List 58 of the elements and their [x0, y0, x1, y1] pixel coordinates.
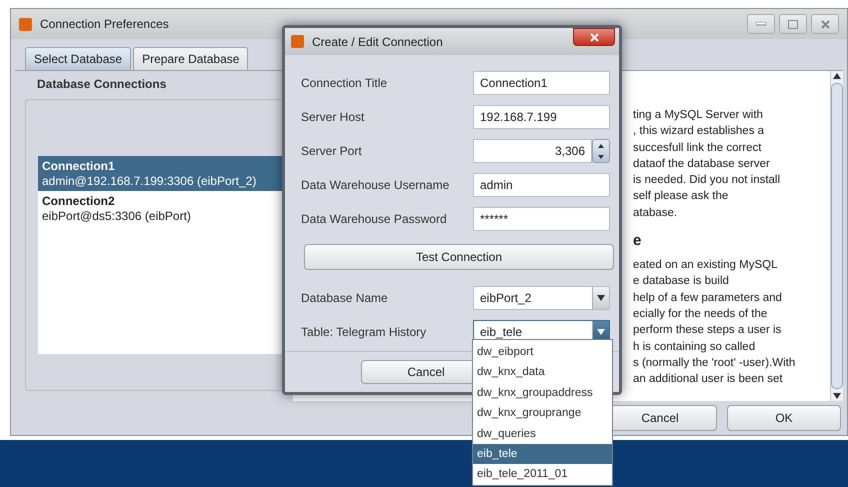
field-label: Server Host	[301, 110, 366, 124]
spinner-buttons[interactable]	[592, 139, 610, 163]
field-label: Server Port	[301, 144, 363, 158]
text-field[interactable]: Connection1	[473, 71, 610, 95]
help-text-line: h is containing so called	[633, 340, 756, 355]
text-field[interactable]: ******	[473, 207, 610, 231]
minimize-button[interactable]	[747, 14, 775, 34]
close-button[interactable]	[573, 28, 615, 46]
port-field[interactable]: 3,306	[473, 139, 592, 163]
help-text-line: eated on an existing MySQL	[633, 258, 778, 274]
help-text-line: help of a few parameters and	[633, 290, 782, 306]
combo-box[interactable]: eibPort_2	[473, 286, 610, 310]
dialog-button[interactable]: OK	[727, 405, 841, 431]
section-label: Database Connections	[37, 77, 166, 91]
close-icon	[590, 32, 598, 42]
field-label: Table: Telegram History	[301, 325, 428, 339]
help-text-line: self please ask the	[633, 189, 728, 204]
field-label: Connection Title	[301, 76, 388, 90]
app-icon	[291, 35, 304, 48]
help-heading: e	[633, 231, 642, 252]
dropdown-item[interactable]: eib_tele_2011_01	[473, 464, 612, 485]
help-text-line: atabase.	[633, 206, 678, 221]
help-text-line: succesfull link the correct	[633, 140, 762, 156]
help-text-line: s (normally the 'root' -user).With	[633, 356, 796, 371]
field-label: Database Name	[301, 291, 389, 305]
app-icon	[19, 18, 32, 30]
dropdown-item[interactable]: eib_tele	[473, 444, 612, 464]
text-field[interactable]: admin	[473, 173, 610, 197]
connection-title: Connection2	[42, 194, 116, 208]
help-text-line: , this wizard establishes a	[633, 124, 764, 140]
minimize-icon	[756, 22, 766, 26]
maximize-button[interactable]	[779, 14, 807, 34]
caret-icon	[597, 329, 605, 335]
dropdown-item[interactable]: dw_eibport	[473, 342, 612, 362]
text-field[interactable]: 192.168.7.199	[473, 105, 610, 129]
dialog-title: Create / Edit Connection	[312, 34, 444, 48]
maximize-icon	[788, 20, 798, 28]
tab[interactable]: Prepare Database	[133, 47, 248, 70]
help-text-line: dataof the database server	[633, 156, 770, 172]
tab[interactable]: Select Database	[25, 47, 132, 70]
connection-detail: admin@192.168.7.199:3306 (eibPort_2)	[42, 174, 258, 188]
test-connection-button[interactable]: Test Connection	[304, 244, 614, 270]
close-icon	[820, 20, 830, 28]
dropdown-item[interactable]: dw_knx_groupaddress	[473, 382, 612, 404]
help-text-line: e database is build	[633, 274, 729, 290]
help-text-line: perform these steps a user is	[633, 323, 782, 338]
help-text-line: ting a MySQL Server with	[633, 108, 763, 123]
caret-icon	[597, 295, 605, 301]
help-text-line: is needed. Did you not install	[633, 173, 780, 188]
help-text-line: ecially for the needs of the	[633, 306, 768, 322]
connection-title: Connection1	[42, 159, 116, 173]
down-arrow-icon[interactable]	[833, 393, 841, 399]
field-label: Data Warehouse Password	[301, 212, 448, 226]
connection-detail: eibPort@ds5:3306 (eibPort)	[42, 209, 192, 223]
help-text-line: an additional user is been set	[633, 372, 783, 388]
up-arrow-icon[interactable]	[833, 73, 841, 79]
window-title: Connection Preferences	[40, 17, 170, 31]
field-label: Data Warehouse Username	[301, 178, 450, 192]
